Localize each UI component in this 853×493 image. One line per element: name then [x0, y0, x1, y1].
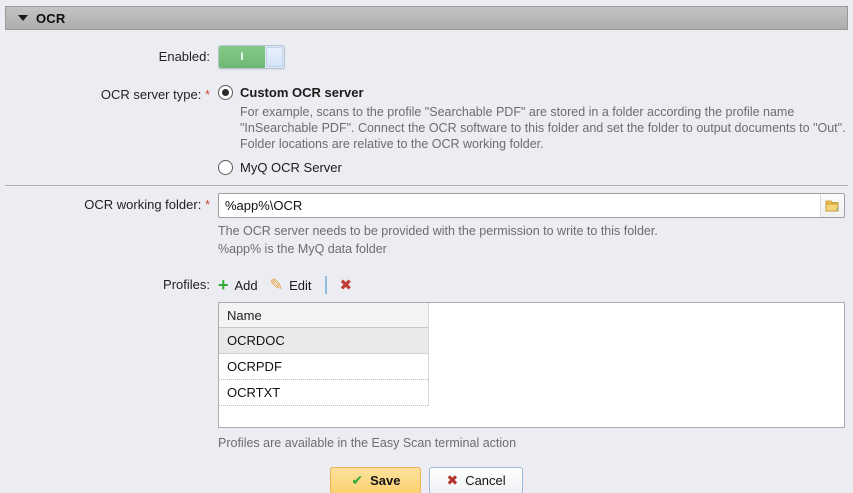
- save-button[interactable]: ✔ Save: [330, 467, 421, 493]
- add-button-label: Add: [235, 278, 258, 293]
- delete-profile-button[interactable]: ✖: [339, 276, 352, 294]
- save-button-label: Save: [370, 473, 400, 488]
- edit-button-label: Edit: [289, 278, 311, 293]
- section-title: OCR: [36, 11, 66, 26]
- profiles-row: Profiles: + Add ✎ Edit ✖ Name O: [0, 273, 853, 450]
- plus-icon: +: [218, 277, 229, 293]
- radio-label-myq: MyQ OCR Server: [240, 160, 342, 175]
- working-folder-help-1: The OCR server needs to be provided with…: [218, 223, 853, 239]
- table-row-ocrdoc[interactable]: OCRDOC: [219, 328, 428, 354]
- delete-x-icon: ✖: [339, 276, 352, 294]
- server-type-label-text: OCR server type:: [101, 87, 201, 102]
- section-divider: [5, 185, 848, 186]
- cancel-x-icon: ✖: [446, 472, 458, 489]
- table-row-ocrtxt[interactable]: OCRTXT: [219, 380, 428, 406]
- edit-profile-button[interactable]: ✎ Edit: [270, 275, 312, 295]
- add-profile-button[interactable]: + Add: [218, 277, 258, 293]
- working-folder-label-text: OCR working folder:: [84, 197, 201, 212]
- folder-icon: [825, 199, 840, 212]
- profiles-help-text: Profiles are available in the Easy Scan …: [218, 436, 853, 450]
- profiles-label: Profiles:: [0, 273, 210, 292]
- radio-option-custom-ocr-server[interactable]: Custom OCR server: [218, 85, 853, 100]
- check-icon: ✔: [351, 472, 363, 489]
- table-row-ocrpdf[interactable]: OCRPDF: [219, 354, 428, 380]
- working-folder-row: OCR working folder: * The OCR server nee…: [0, 193, 853, 257]
- cancel-button-label: Cancel: [465, 473, 505, 488]
- profiles-toolbar: + Add ✎ Edit ✖: [218, 273, 853, 297]
- column-header-name[interactable]: Name: [219, 303, 428, 328]
- toolbar-separator: [325, 276, 327, 294]
- working-folder-help-2: %app% is the MyQ data folder: [218, 241, 853, 257]
- radio-option-myq-ocr-server[interactable]: MyQ OCR Server: [218, 160, 853, 175]
- working-folder-input-wrap: [218, 193, 845, 218]
- server-type-label: OCR server type: *: [0, 83, 210, 102]
- radio-unselected-icon[interactable]: [218, 160, 233, 175]
- toggle-on-segment: I: [219, 46, 265, 68]
- pencil-icon: ✎: [270, 275, 283, 295]
- collapse-triangle-icon: [18, 15, 28, 21]
- required-asterisk: *: [205, 197, 210, 212]
- working-folder-input[interactable]: [219, 194, 820, 217]
- browse-folder-button[interactable]: [820, 194, 844, 217]
- cancel-button[interactable]: ✖ Cancel: [429, 467, 522, 493]
- profiles-table-column: Name OCRDOC OCRPDF OCRTXT: [219, 303, 429, 406]
- server-type-row: OCR server type: * Custom OCR server For…: [0, 83, 853, 175]
- section-header-ocr[interactable]: OCR: [5, 6, 848, 30]
- enabled-row: Enabled: I: [0, 45, 853, 69]
- required-asterisk: *: [205, 87, 210, 102]
- custom-ocr-description: For example, scans to the profile "Searc…: [240, 104, 852, 152]
- toggle-knob[interactable]: [266, 47, 283, 67]
- enabled-toggle[interactable]: I: [218, 45, 285, 69]
- enabled-label: Enabled:: [0, 45, 210, 64]
- profiles-table: Name OCRDOC OCRPDF OCRTXT: [218, 302, 845, 428]
- radio-selected-icon[interactable]: [218, 85, 233, 100]
- radio-label-custom: Custom OCR server: [240, 85, 364, 100]
- footer-actions: ✔ Save ✖ Cancel: [0, 467, 853, 493]
- working-folder-label: OCR working folder: *: [0, 193, 210, 212]
- ocr-settings-panel: OCR Enabled: I OCR server type: * Custom…: [0, 6, 853, 493]
